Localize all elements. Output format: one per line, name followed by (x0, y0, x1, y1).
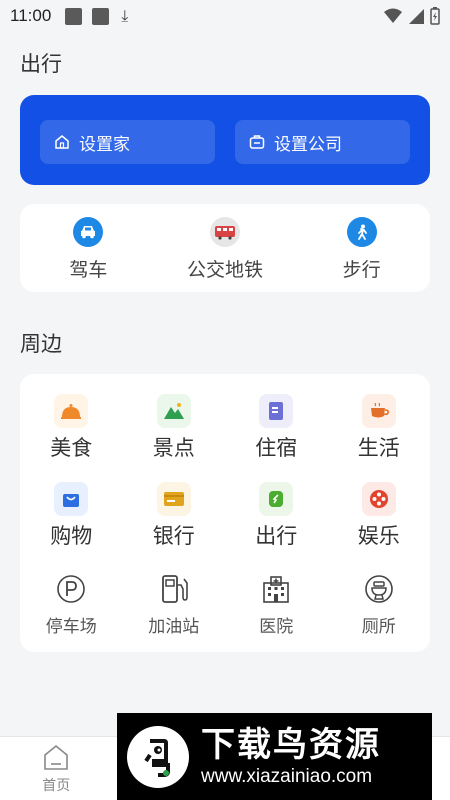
shopping-icon (54, 482, 89, 516)
facility-hospital-label: 医院 (259, 617, 294, 637)
home-icon (55, 135, 69, 149)
travel-section-title: 出行 (20, 52, 62, 76)
category-row-1: 美食 景点 住宿 生活 (20, 394, 430, 462)
walk-icon (346, 217, 377, 247)
mode-walk-label: 步行 (342, 259, 381, 281)
watermark-title: 下载鸟资源 (201, 724, 381, 765)
bank-icon (156, 482, 191, 516)
briefcase-icon (249, 135, 265, 149)
parking-icon (54, 572, 88, 606)
facility-toilet[interactable]: 厕所 (328, 572, 431, 637)
car-icon (73, 217, 104, 247)
category-hotel[interactable]: 住宿 (225, 394, 328, 462)
category-bank-label: 银行 (152, 524, 195, 548)
facility-toilet-label: 厕所 (361, 617, 396, 637)
quick-set-card: 设置家 设置公司 (20, 95, 430, 185)
category-scenic[interactable]: 景点 (123, 394, 226, 462)
category-hotel-label: 住宿 (255, 436, 298, 460)
category-shopping[interactable]: 购物 (20, 482, 123, 550)
hospital-icon (259, 572, 293, 606)
toilet-icon (362, 572, 396, 606)
notification-icon-2 (92, 7, 110, 25)
entertainment-icon (361, 482, 396, 516)
travel-mode-card: 驾车 公交地铁 步行 (20, 204, 430, 292)
nearby-grid: 美食 景点 住宿 生活 购物 银行 出行 娱乐 停车场 加油站 医院 厕所 (20, 374, 430, 652)
food-icon (54, 394, 89, 428)
nearby-section-title: 周边 (20, 332, 62, 356)
mode-drive[interactable]: 驾车 (20, 204, 157, 292)
category-entertainment-label: 娱乐 (357, 524, 400, 548)
facility-gas-station[interactable]: 加油站 (123, 572, 226, 637)
mode-drive-label: 驾车 (69, 259, 108, 281)
set-company-label: 设置公司 (274, 134, 342, 155)
hotel-icon (259, 394, 294, 428)
gas-station-icon (157, 572, 191, 606)
mode-walk[interactable]: 步行 (293, 204, 430, 292)
wifi-icon (384, 8, 402, 23)
scenic-icon (156, 394, 191, 428)
notification-icon (65, 7, 83, 25)
facility-row: 停车场 加油站 医院 厕所 (20, 572, 430, 637)
nav-home-label: 首页 (42, 778, 71, 794)
home-icon (44, 744, 69, 770)
category-entertainment[interactable]: 娱乐 (328, 482, 431, 550)
category-travel[interactable]: 出行 (225, 482, 328, 550)
category-life-label: 生活 (357, 436, 400, 460)
category-bank[interactable]: 银行 (123, 482, 226, 550)
mode-transit-label: 公交地铁 (187, 259, 264, 281)
status-bar: 11:00 ⤓ (0, 0, 450, 32)
category-row-2: 购物 银行 出行 娱乐 (20, 482, 430, 550)
set-home-button[interactable]: 设置家 (40, 120, 215, 164)
category-travel-label: 出行 (255, 524, 298, 548)
signal-icon (409, 9, 424, 24)
facility-parking[interactable]: 停车场 (20, 572, 123, 637)
watermark-logo-icon (127, 725, 189, 788)
status-time: 11:00 (10, 6, 52, 25)
travel-icon (259, 482, 294, 516)
battery-icon (430, 7, 440, 25)
mode-transit[interactable]: 公交地铁 (157, 204, 294, 292)
category-shopping-label: 购物 (50, 524, 93, 548)
watermark-text: 下载鸟资源 www.xiazainiao.com (201, 725, 381, 789)
watermark-url: www.xiazainiao.com (201, 765, 373, 787)
facility-hospital[interactable]: 医院 (225, 572, 328, 637)
set-home-label: 设置家 (79, 134, 130, 155)
watermark-banner: 下载鸟资源 www.xiazainiao.com (117, 713, 432, 800)
life-icon (361, 394, 396, 428)
facility-parking-label: 停车场 (45, 617, 97, 637)
facility-gas-station-label: 加油站 (148, 617, 200, 637)
download-icon: ⤓ (121, 6, 129, 25)
bus-icon (210, 217, 240, 247)
category-life[interactable]: 生活 (328, 394, 431, 462)
category-food[interactable]: 美食 (20, 394, 123, 462)
set-company-button[interactable]: 设置公司 (235, 120, 410, 164)
category-scenic-label: 景点 (152, 436, 195, 460)
category-food-label: 美食 (50, 436, 93, 460)
nav-home[interactable]: 首页 (0, 737, 113, 800)
